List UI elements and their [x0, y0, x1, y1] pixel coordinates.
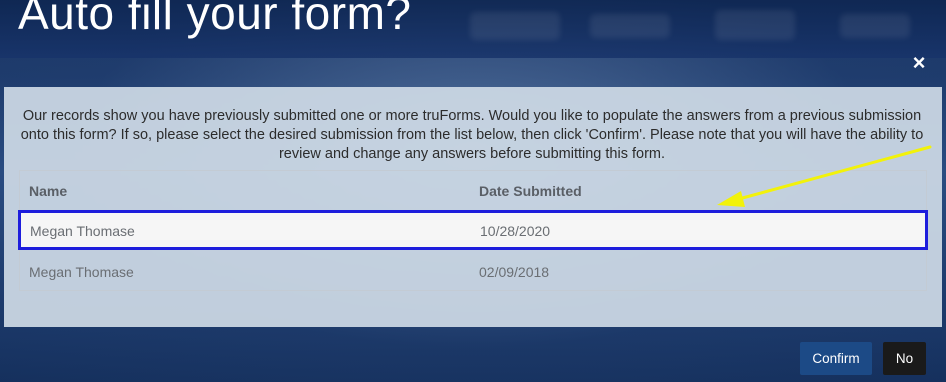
- confirm-button[interactable]: Confirm: [800, 342, 872, 375]
- no-button[interactable]: No: [883, 342, 926, 375]
- arrow-annotation-icon: [717, 145, 932, 207]
